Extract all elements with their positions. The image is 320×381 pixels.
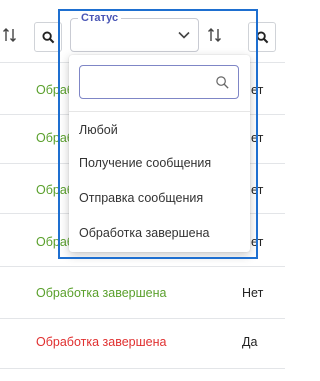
option-sending[interactable]: Отправка сообщения [79,191,203,205]
row-divider [0,318,285,319]
status-select-label: Статус [78,12,122,24]
chevron-down-icon[interactable] [177,28,191,42]
option-any[interactable]: Любой [79,123,118,137]
dropdown-search-field[interactable] [79,65,239,99]
flag-cell: Да [242,335,258,349]
row-divider [0,368,285,369]
dropdown-divider [69,111,250,112]
search-button[interactable] [34,22,62,52]
option-receiving[interactable]: Получение сообщения [79,156,211,170]
search-icon [216,76,229,89]
sort-icon[interactable] [207,27,223,43]
dropdown-search-input[interactable] [86,72,210,94]
search-button[interactable] [248,22,276,52]
sort-icon[interactable] [2,27,18,43]
flag-cell: Нет [242,286,264,300]
search-icon [255,30,268,43]
status-dropdown-menu: Любой Получение сообщения Отправка сообщ… [69,55,250,252]
row-divider [0,266,285,267]
status-cell: Обработка завершена [36,286,167,300]
option-completed[interactable]: Обработка завершена [79,226,209,240]
status-cell: Обработка завершена [36,335,167,349]
search-icon [41,30,54,43]
